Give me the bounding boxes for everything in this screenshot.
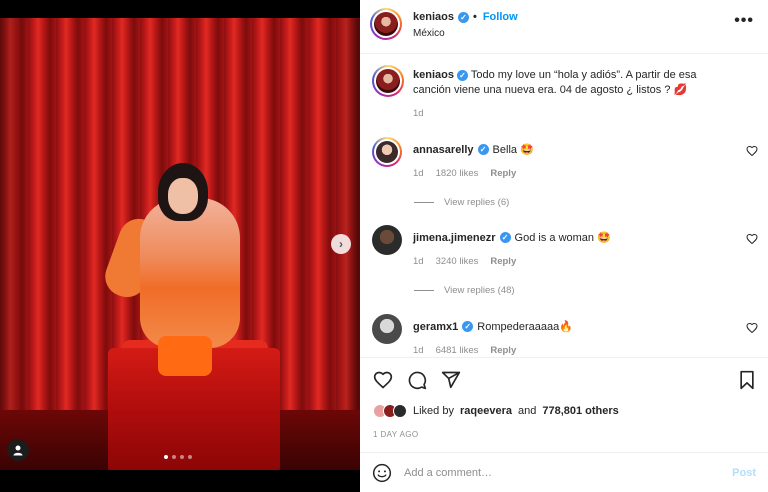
comment-item: annasarelly ✓ Bella 🤩 1d 1820 likes Repl… bbox=[372, 137, 762, 217]
comment-meta: 1d 6481 likes Reply bbox=[413, 345, 516, 356]
liker-avatar bbox=[393, 404, 407, 418]
comment-username[interactable]: annasarelly bbox=[413, 144, 474, 156]
follow-button[interactable]: Follow bbox=[483, 11, 518, 23]
post-media: › bbox=[0, 0, 360, 492]
comment-body: annasarelly ✓ Bella 🤩 bbox=[413, 143, 534, 157]
like-comment-heart-icon[interactable] bbox=[746, 145, 758, 157]
comment-bubble-icon[interactable] bbox=[407, 370, 427, 390]
carousel-dot bbox=[188, 455, 192, 459]
caption-username[interactable]: keniaos bbox=[413, 69, 454, 81]
comment-likes[interactable]: 6481 likes bbox=[436, 345, 479, 356]
verified-badge-icon: ✓ bbox=[457, 70, 469, 81]
comments-list[interactable]: keniaos ✓ Todo my love un “hola y adiós”… bbox=[360, 55, 768, 357]
like-heart-icon[interactable] bbox=[373, 370, 393, 390]
commenter-avatar[interactable] bbox=[372, 314, 402, 344]
comment-item: geramx1 ✓ Rompederaaaaa🔥 1d 6481 likes R… bbox=[372, 314, 762, 357]
caption-time[interactable]: 1d bbox=[413, 106, 713, 121]
author-line: keniaos ✓ • Follow bbox=[413, 11, 518, 23]
image-figure-boots bbox=[158, 336, 212, 376]
comment-time[interactable]: 1d bbox=[413, 168, 424, 179]
carousel-dot bbox=[172, 455, 176, 459]
like-comment-heart-icon[interactable] bbox=[746, 322, 758, 334]
verified-badge-icon: ✓ bbox=[499, 232, 511, 243]
image-figure-face bbox=[168, 178, 198, 214]
comment-item: jimena.jimenezr ✓ God is a woman 🤩 1d 32… bbox=[372, 225, 762, 305]
likes-count[interactable]: 778,801 others bbox=[542, 405, 618, 417]
view-replies-button[interactable]: View replies (48) bbox=[414, 285, 515, 296]
reply-button[interactable]: Reply bbox=[490, 168, 516, 179]
carousel-dot bbox=[180, 455, 184, 459]
caption-text: Todo my love un “hola y adiós”. A partir… bbox=[413, 69, 697, 96]
comment-text: Rompederaaaaa🔥 bbox=[477, 321, 573, 333]
caption-author-avatar[interactable] bbox=[372, 65, 404, 97]
action-icons bbox=[373, 370, 461, 390]
tagged-users-button[interactable] bbox=[7, 439, 29, 461]
view-replies-line bbox=[414, 290, 434, 291]
post-comment-button[interactable]: Post bbox=[732, 467, 756, 479]
commenter-avatar[interactable] bbox=[372, 137, 402, 167]
caption-text-block: keniaos ✓ Todo my love un “hola y adiós”… bbox=[413, 68, 713, 121]
liked-by-row: Liked by raqeevera and 778,801 others bbox=[373, 404, 619, 418]
comment-text: Bella 🤩 bbox=[492, 144, 534, 156]
liked-by-and: and bbox=[517, 405, 537, 417]
view-replies-line bbox=[414, 202, 434, 203]
post-date[interactable]: 1 DAY AGO bbox=[373, 430, 419, 439]
user-icon bbox=[13, 445, 23, 456]
author-avatar[interactable] bbox=[370, 8, 402, 40]
comment-text: God is a woman 🤩 bbox=[514, 232, 611, 244]
verified-badge-icon: ✓ bbox=[477, 144, 489, 155]
smiley-icon[interactable] bbox=[372, 463, 392, 483]
view-replies-label: View replies (6) bbox=[444, 197, 510, 208]
add-comment-bar: Post bbox=[360, 452, 768, 492]
reply-button[interactable]: Reply bbox=[490, 345, 516, 356]
separator-dot: • bbox=[472, 11, 477, 23]
reply-button[interactable]: Reply bbox=[490, 256, 516, 267]
view-replies-label: View replies (48) bbox=[444, 285, 515, 296]
comment-time[interactable]: 1d bbox=[413, 256, 424, 267]
post-image[interactable] bbox=[0, 18, 360, 470]
post-details-panel: keniaos ✓ • Follow México ••• keniaos ✓ … bbox=[360, 0, 768, 492]
author-username[interactable]: keniaos bbox=[413, 11, 454, 23]
comment-input[interactable] bbox=[404, 463, 704, 483]
like-comment-heart-icon[interactable] bbox=[746, 233, 758, 245]
comment-likes[interactable]: 1820 likes bbox=[436, 168, 479, 179]
verified-badge-icon: ✓ bbox=[462, 321, 474, 332]
post-modal: › keniaos ✓ • Follow México ••• keniaos … bbox=[0, 0, 768, 492]
comment-time[interactable]: 1d bbox=[413, 345, 424, 356]
post-header: keniaos ✓ • Follow México ••• bbox=[360, 0, 768, 54]
comment-body: geramx1 ✓ Rompederaaaaa🔥 bbox=[413, 320, 573, 334]
save-bookmark-icon[interactable] bbox=[738, 370, 756, 390]
carousel-indicator bbox=[164, 455, 192, 459]
comment-meta: 1d 3240 likes Reply bbox=[413, 256, 516, 267]
chevron-right-icon: › bbox=[339, 237, 343, 251]
post-actions: Liked by raqeevera and 778,801 others 1 … bbox=[360, 357, 768, 449]
carousel-dot bbox=[164, 455, 168, 459]
next-slide-button[interactable]: › bbox=[331, 234, 351, 254]
liked-by-prefix: Liked by bbox=[413, 405, 454, 417]
view-replies-button[interactable]: View replies (6) bbox=[414, 197, 509, 208]
comment-likes[interactable]: 3240 likes bbox=[436, 256, 479, 267]
verified-badge-icon: ✓ bbox=[457, 11, 469, 23]
comment-body: jimena.jimenezr ✓ God is a woman 🤩 bbox=[413, 231, 611, 245]
share-paper-plane-icon[interactable] bbox=[441, 370, 461, 390]
post-location[interactable]: México bbox=[413, 28, 445, 39]
comment-meta: 1d 1820 likes Reply bbox=[413, 168, 516, 179]
liked-by-avatars[interactable] bbox=[373, 404, 407, 418]
liked-by-username[interactable]: raqeevera bbox=[460, 405, 512, 417]
comment-username[interactable]: geramx1 bbox=[413, 321, 458, 333]
comment-username[interactable]: jimena.jimenezr bbox=[413, 232, 496, 244]
more-options-icon[interactable]: ••• bbox=[734, 12, 754, 30]
commenter-avatar[interactable] bbox=[372, 225, 402, 255]
